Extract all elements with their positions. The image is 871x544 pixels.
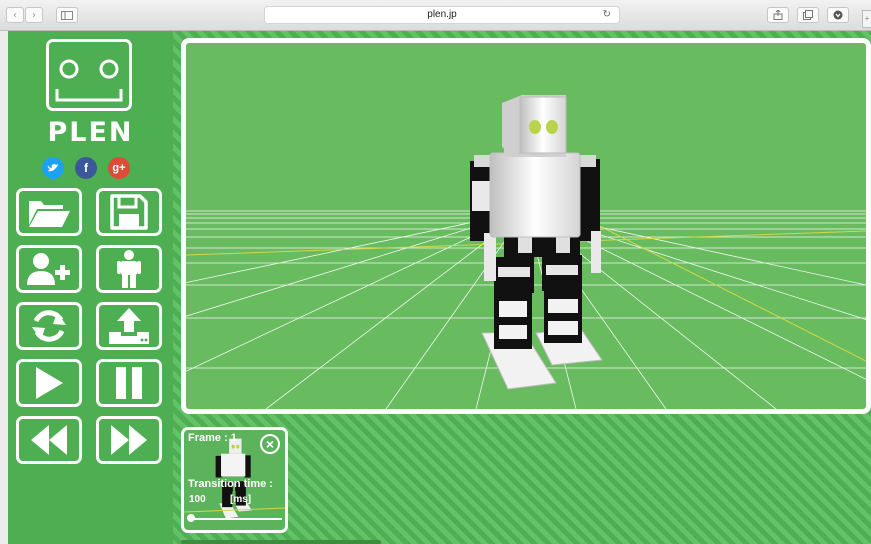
share-button[interactable] bbox=[767, 7, 789, 23]
url-text: plen.jp bbox=[427, 9, 457, 20]
pause-icon bbox=[116, 367, 142, 399]
transition-time-value[interactable]: 100 bbox=[189, 494, 206, 505]
back-button[interactable]: ‹ bbox=[6, 7, 24, 23]
add-frame-button[interactable] bbox=[16, 245, 82, 293]
forward-button[interactable]: › bbox=[25, 7, 43, 23]
sidebar-toggle-button[interactable] bbox=[56, 7, 78, 23]
open-button[interactable] bbox=[16, 188, 82, 236]
plen-robot-model bbox=[470, 95, 603, 390]
grid-scene bbox=[186, 95, 866, 409]
frame-label: Frame : 1 bbox=[188, 432, 237, 444]
tabs-icon bbox=[803, 10, 813, 20]
chevron-right-icon: › bbox=[32, 9, 36, 21]
save-button[interactable] bbox=[96, 188, 162, 236]
user-plus-icon bbox=[27, 253, 70, 285]
plen-logo bbox=[46, 39, 132, 111]
timeline-scrollbar[interactable] bbox=[181, 540, 381, 544]
reset-button[interactable] bbox=[16, 302, 82, 350]
frame-slider-knob[interactable] bbox=[187, 514, 195, 522]
rewind-button[interactable] bbox=[16, 416, 82, 464]
play-icon bbox=[36, 367, 63, 399]
fast-forward-button[interactable] bbox=[96, 416, 162, 464]
frame-card[interactable]: Frame : 1 × Transition time : 100 [ms] bbox=[181, 427, 288, 533]
close-icon: × bbox=[265, 436, 275, 452]
logo-wordmark: PLEN bbox=[47, 117, 134, 148]
download-icon bbox=[833, 10, 843, 20]
facebook-button[interactable]: f bbox=[75, 157, 97, 179]
download-button[interactable] bbox=[827, 7, 849, 23]
model-button[interactable] bbox=[96, 245, 162, 293]
twitter-icon bbox=[47, 164, 58, 172]
fast-forward-icon bbox=[111, 425, 147, 455]
new-tab-button[interactable]: + bbox=[862, 10, 871, 28]
google-plus-icon: g+ bbox=[112, 162, 126, 174]
sidebar-icon bbox=[61, 10, 73, 20]
twitter-button[interactable] bbox=[42, 157, 64, 179]
upload-button[interactable] bbox=[96, 302, 162, 350]
robot-3d-viewport[interactable] bbox=[181, 38, 871, 414]
reload-icon[interactable]: ↻ bbox=[603, 7, 611, 23]
transition-time-label: Transition time : bbox=[188, 478, 273, 490]
pause-button[interactable] bbox=[96, 359, 162, 407]
floppy-disk-icon bbox=[110, 194, 148, 230]
delete-frame-button[interactable]: × bbox=[260, 434, 280, 454]
share-icon bbox=[773, 10, 783, 20]
transition-time-unit: [ms] bbox=[230, 494, 252, 505]
frame-slider-track[interactable] bbox=[190, 518, 282, 520]
refresh-icon bbox=[32, 310, 66, 342]
browser-toolbar: ‹ › plen.jp ↻ + bbox=[0, 0, 871, 31]
rewind-icon bbox=[31, 425, 67, 455]
upload-icon bbox=[109, 308, 149, 344]
google-plus-button[interactable]: g+ bbox=[108, 157, 130, 179]
sidebar: PLEN f g+ bbox=[8, 31, 173, 544]
facebook-icon: f bbox=[84, 161, 88, 175]
folder-open-icon bbox=[29, 201, 70, 227]
person-icon bbox=[117, 250, 141, 288]
address-bar[interactable]: plen.jp ↻ bbox=[264, 6, 620, 24]
tabs-button[interactable] bbox=[797, 7, 819, 23]
chevron-left-icon: ‹ bbox=[13, 9, 17, 21]
play-button[interactable] bbox=[16, 359, 82, 407]
robot-face-icon bbox=[55, 59, 123, 102]
app-area: PLEN f g+ Frame: 1 × Transition time: … bbox=[8, 31, 871, 544]
